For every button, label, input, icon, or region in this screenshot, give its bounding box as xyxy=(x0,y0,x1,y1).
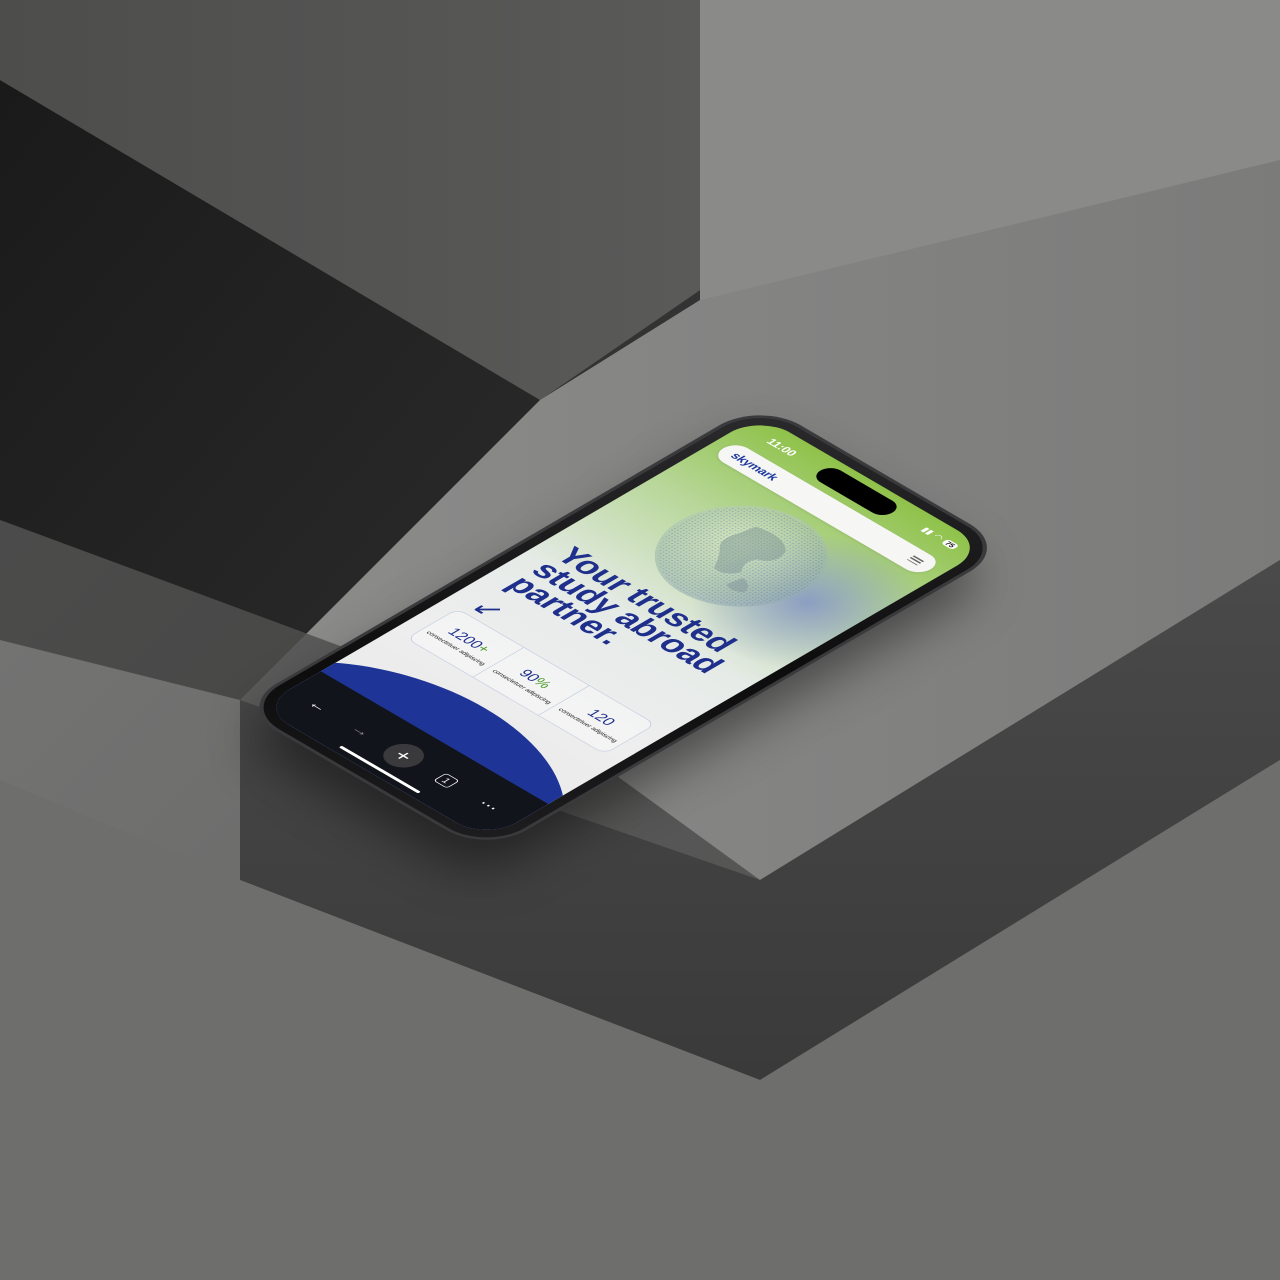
phone-screen: 11:00 ▮▮ ◠ 75 skymark Your trusted study… xyxy=(258,415,988,841)
battery-icon: 75 xyxy=(941,538,960,550)
tabs-button[interactable]: 1 xyxy=(417,764,475,798)
phone-mockup: 11:00 ▮▮ ◠ 75 skymark Your trusted study… xyxy=(0,0,1280,1280)
tabs-count: 1 xyxy=(432,772,460,789)
hamburger-icon[interactable] xyxy=(906,555,925,566)
plus-icon[interactable]: + xyxy=(374,738,433,773)
status-icons: ▮▮ ◠ 75 xyxy=(919,526,961,551)
arrow-right-icon[interactable]: → xyxy=(332,714,390,748)
status-time: 11:00 xyxy=(763,436,801,458)
more-dots-icon[interactable]: ⋯ xyxy=(460,789,518,823)
phone-body: 11:00 ▮▮ ◠ 75 skymark Your trusted study… xyxy=(241,405,1005,851)
arrow-left-icon[interactable]: ← xyxy=(290,689,348,723)
